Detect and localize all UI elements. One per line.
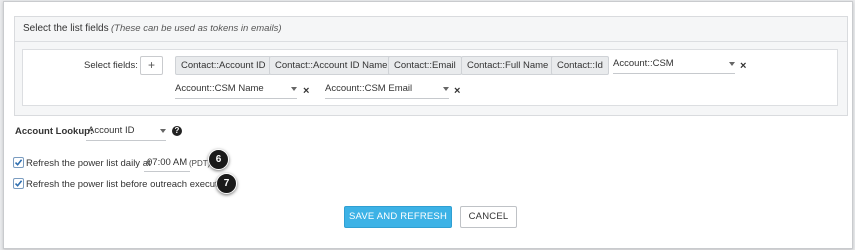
help-icon[interactable]: ?: [172, 126, 182, 136]
checkmark-icon: [14, 180, 23, 187]
refresh-daily-label: Refresh the power list daily at: [26, 158, 151, 169]
refresh-before-outreach-label: Refresh the power list before outreach e…: [26, 179, 231, 190]
field-token-contact-full-name[interactable]: Contact::Full Name: [461, 56, 555, 75]
refresh-time-input[interactable]: 07:00 AM: [144, 155, 191, 172]
field-token-contact-email[interactable]: Contact::Email: [388, 56, 462, 75]
remove-field-icon[interactable]: ×: [454, 85, 460, 97]
account-lookup-select[interactable]: Account ID: [86, 123, 166, 141]
remove-field-icon[interactable]: ×: [740, 60, 746, 72]
field-dropdown-account-csm[interactable]: Account::CSM: [613, 56, 735, 74]
field-dropdown-account-csm-email[interactable]: Account::CSM Email: [325, 81, 449, 99]
list-fields-header: Select the list fields (These can be use…: [15, 17, 847, 42]
field-dropdown-value: Account::CSM Email: [325, 83, 413, 94]
field-dropdown-value: Account::CSM Name: [175, 83, 264, 94]
list-fields-panel: Select the list fields (These can be use…: [14, 16, 848, 116]
cancel-button[interactable]: CANCEL: [460, 206, 517, 228]
account-lookup-label: Account Lookup:: [15, 126, 94, 137]
list-fields-title: Select the list fields: [23, 23, 109, 34]
field-token-contact-id[interactable]: Contact::Id: [551, 56, 609, 75]
fields-selector: Select fields: + Contact::Account ID Con…: [22, 49, 838, 106]
chevron-down-icon: [443, 87, 449, 91]
step-marker-7: 7: [216, 173, 237, 194]
field-dropdown-value: Account::CSM: [613, 58, 674, 69]
field-token-contact-account-id-name[interactable]: Contact::Account ID Name: [269, 56, 394, 75]
power-list-settings-window: Select the list fields (These can be use…: [3, 1, 853, 249]
chevron-down-icon: [160, 129, 166, 133]
chevron-down-icon: [291, 87, 297, 91]
add-field-button[interactable]: +: [140, 56, 163, 75]
save-and-refresh-button[interactable]: SAVE AND REFRESH: [344, 206, 452, 228]
select-fields-label: Select fields:: [84, 60, 138, 71]
remove-field-icon[interactable]: ×: [303, 85, 309, 97]
list-fields-note: (These can be used as tokens in emails): [111, 23, 282, 34]
checkmark-icon: [14, 159, 23, 166]
refresh-daily-checkbox[interactable]: [13, 157, 24, 168]
step-marker-6: 6: [208, 149, 229, 170]
field-dropdown-account-csm-name[interactable]: Account::CSM Name: [175, 81, 297, 99]
refresh-before-outreach-checkbox[interactable]: [13, 178, 24, 189]
account-lookup-value: Account ID: [88, 125, 135, 136]
chevron-down-icon: [729, 62, 735, 66]
field-token-contact-account-id[interactable]: Contact::Account ID: [175, 56, 272, 75]
